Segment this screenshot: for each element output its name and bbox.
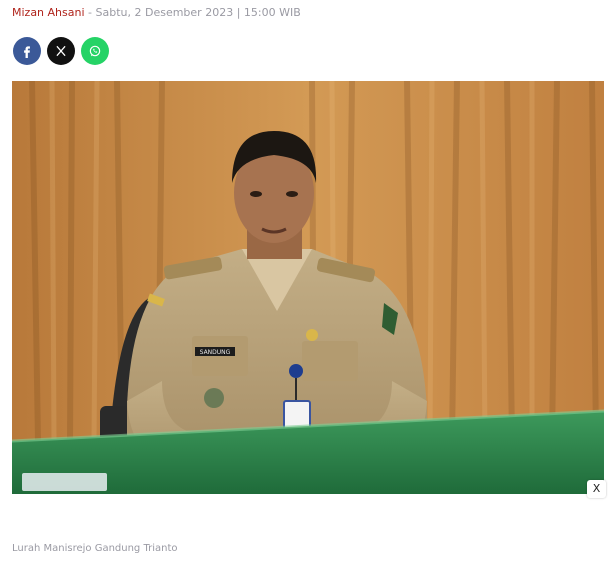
photo-caption: Lurah Manisrejo Gandung Trianto bbox=[12, 543, 178, 554]
article-byline: Mizan Ahsani - Sabtu, 2 Desember 2023 | … bbox=[12, 6, 301, 19]
facebook-icon bbox=[24, 46, 30, 58]
article-photo: SANDUNG bbox=[12, 81, 604, 494]
close-button[interactable]: X bbox=[587, 480, 606, 498]
official-portrait-image: SANDUNG bbox=[12, 81, 604, 494]
facebook-share-button[interactable] bbox=[13, 37, 41, 65]
x-share-button[interactable] bbox=[47, 37, 75, 65]
byline-separator: - bbox=[84, 6, 96, 19]
whatsapp-icon bbox=[89, 45, 101, 57]
name-tag: SANDUNG bbox=[200, 349, 231, 356]
share-buttons bbox=[13, 37, 109, 65]
x-twitter-icon bbox=[56, 45, 66, 57]
author-link[interactable]: Mizan Ahsani bbox=[12, 6, 85, 19]
whatsapp-share-button[interactable] bbox=[81, 37, 109, 65]
publish-datetime: Sabtu, 2 Desember 2023 | 15:00 WIB bbox=[95, 6, 301, 19]
